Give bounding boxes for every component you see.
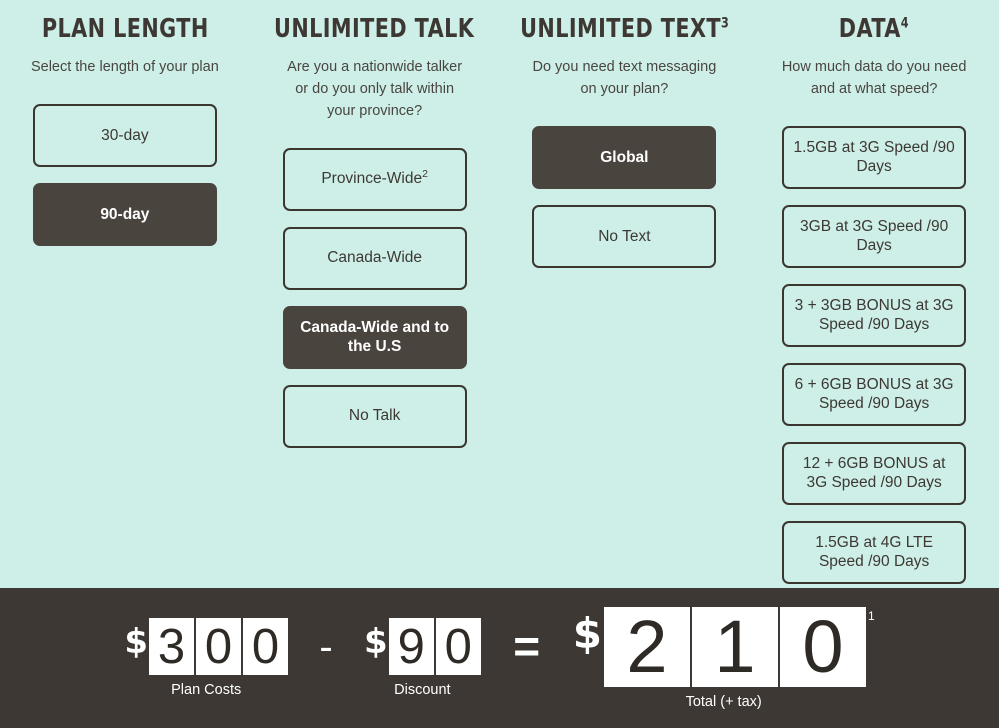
column-unlimited-text: UNLIMITED TEXT3 Do you need text messagi…	[500, 0, 750, 284]
price-summary-bar: $ 3 0 0 Plan Costs - $ 9 0 Discount = $ …	[0, 588, 999, 728]
option-label: No Talk	[348, 407, 401, 425]
discount-row: $ 9 0	[364, 618, 481, 675]
equals-operator: =	[513, 620, 541, 673]
option-label-wrap: Province-Wide2	[321, 169, 428, 188]
digit-box: 0	[243, 618, 289, 675]
column-title-unlimited-talk: UNLIMITED TALK	[274, 14, 475, 44]
plan-cost-group: $ 3 0 0 Plan Costs	[124, 618, 289, 698]
plan-cost-caption: Plan Costs	[171, 682, 242, 698]
option-30-day[interactable]: 30-day	[32, 104, 217, 168]
option-label: Global	[600, 148, 649, 166]
column-title-text: UNLIMITED TEXT	[519, 14, 721, 44]
option-global[interactable]: Global	[532, 125, 717, 189]
option-list-unlimited-talk: Province-Wide2 Canada-Wide Canada-Wide a…	[250, 147, 500, 464]
total-footnote-marker: 1	[867, 608, 875, 623]
option-data-4[interactable]: 6 + 6GB BONUS at 3G Speed /90 Days	[782, 362, 967, 426]
digit-box: 2	[603, 605, 690, 688]
digit-box: 9	[388, 618, 434, 675]
digit-box: 0	[779, 605, 866, 688]
column-subtitle-data: How much data do you need and at what sp…	[781, 59, 967, 98]
total-group: $ 2 1 0 1 Total (+ tax)	[572, 605, 875, 710]
column-title-footnote-marker: 3	[720, 15, 729, 32]
column-unlimited-talk: UNLIMITED TALK Are you a nationwide talk…	[250, 0, 500, 464]
column-title-text: UNLIMITED TALK	[274, 14, 475, 44]
option-label: No Text	[598, 227, 651, 245]
currency-symbol: $	[572, 608, 602, 658]
option-list-unlimited-text: Global No Text	[500, 125, 750, 284]
column-plan-length: PLAN LENGTH Select the length of your pl…	[0, 0, 250, 262]
column-title-text: PLAN LENGTH	[41, 14, 209, 44]
option-label: Province-Wide	[321, 170, 423, 188]
option-footnote-marker: 2	[422, 168, 428, 181]
option-data-3[interactable]: 3 + 3GB BONUS at 3G Speed /90 Days	[782, 283, 967, 347]
option-label: Canada-Wide	[327, 249, 423, 267]
option-90-day[interactable]: 90-day	[32, 183, 217, 247]
column-title-plan-length: PLAN LENGTH	[41, 14, 209, 44]
option-label: 3 + 3GB BONUS at 3G Speed /90 Days	[794, 296, 954, 334]
digit-box: 0	[196, 618, 242, 675]
digit-box: 1	[691, 605, 778, 688]
option-label: 6 + 6GB BONUS at 3G Speed /90 Days	[794, 375, 954, 413]
column-subtitle-unlimited-talk: Are you a nationwide talker or do you on…	[287, 59, 463, 119]
option-data-1[interactable]: 1.5GB at 3G Speed /90 Days	[782, 125, 967, 189]
currency-symbol: $	[364, 622, 388, 662]
discount-group: $ 9 0 Discount	[364, 618, 481, 698]
discount-digits: 9 0	[388, 618, 481, 675]
option-no-text[interactable]: No Text	[532, 204, 717, 268]
column-title-data: DATA4	[839, 14, 910, 44]
digit-box: 0	[435, 618, 481, 675]
option-label: Canada-Wide and to the U.S	[300, 318, 450, 356]
option-label: 30-day	[101, 126, 149, 144]
column-title-text: DATA	[839, 14, 902, 44]
plan-cost-row: $ 3 0 0	[124, 618, 289, 675]
column-title-unlimited-text: UNLIMITED TEXT3	[519, 14, 729, 44]
option-label: 1.5GB at 4G LTE Speed /90 Days	[815, 533, 933, 571]
column-data: DATA4 How much data do you need and at w…	[749, 0, 999, 588]
option-label: 90-day	[100, 205, 150, 223]
option-label: 1.5GB at 3G Speed /90 Days	[793, 138, 955, 176]
option-list-plan-length: 30-day 90-day	[0, 104, 250, 262]
minus-operator: -	[319, 625, 333, 669]
option-canada-wide-and-us[interactable]: Canada-Wide and to the U.S	[282, 305, 467, 369]
discount-caption: Discount	[394, 682, 451, 698]
currency-symbol: $	[124, 622, 149, 662]
option-label: 3GB at 3G Speed /90 Days	[800, 217, 949, 255]
column-subtitle-unlimited-text: Do you need text messaging on your plan?	[532, 59, 717, 98]
option-label: 12 + 6GB BONUS at 3G Speed /90 Days	[802, 454, 946, 492]
total-caption: Total (+ tax)	[685, 693, 762, 710]
option-list-data: 1.5GB at 3G Speed /90 Days 3GB at 3G Spe…	[749, 125, 999, 588]
option-no-talk[interactable]: No Talk	[282, 384, 467, 448]
plan-cost-digits: 3 0 0	[149, 618, 289, 675]
option-canada-wide[interactable]: Canada-Wide	[282, 226, 467, 290]
option-data-5[interactable]: 12 + 6GB BONUS at 3G Speed /90 Days	[782, 441, 967, 505]
option-province-wide[interactable]: Province-Wide2	[282, 147, 467, 211]
digit-box: 3	[149, 618, 195, 675]
column-subtitle-plan-length: Select the length of your plan	[30, 59, 219, 76]
total-row: $ 2 1 0 1	[572, 605, 875, 688]
option-data-6[interactable]: 1.5GB at 4G LTE Speed /90 Days	[782, 520, 967, 584]
plan-builder: PLAN LENGTH Select the length of your pl…	[0, 0, 999, 588]
column-title-footnote-marker: 4	[901, 15, 910, 32]
total-digits: 2 1 0	[603, 605, 866, 688]
option-data-2[interactable]: 3GB at 3G Speed /90 Days	[782, 204, 967, 268]
